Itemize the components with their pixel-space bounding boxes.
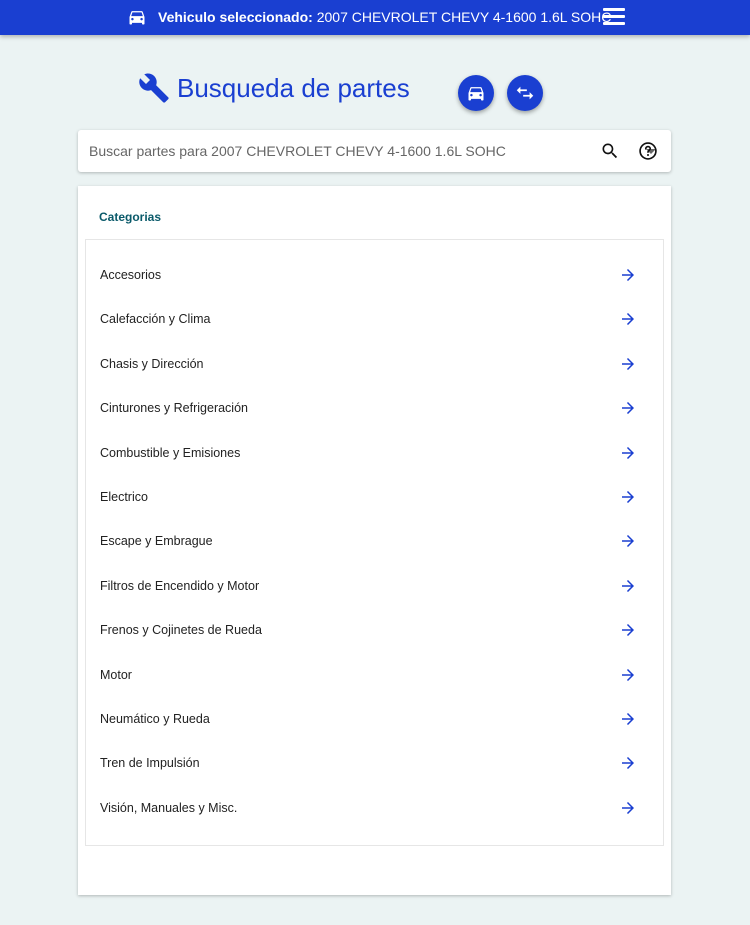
category-label: Neumático y Rueda — [100, 712, 210, 726]
car-icon — [468, 87, 484, 101]
search-icon[interactable] — [600, 141, 620, 161]
top-bar: Vehiculo seleccionado: 2007 CHEVROLET CH… — [0, 0, 750, 35]
arrow-right-icon[interactable] — [619, 488, 637, 506]
category-item[interactable]: Cinturones y Refrigeración — [86, 386, 663, 430]
arrow-right-icon[interactable] — [619, 310, 637, 328]
arrow-right-icon[interactable] — [619, 577, 637, 595]
arrow-right-icon[interactable] — [619, 355, 637, 373]
search-input[interactable] — [78, 130, 548, 172]
menu-line — [603, 22, 625, 25]
category-item[interactable]: Combustible y Emisiones — [86, 431, 663, 475]
menu-line — [603, 8, 625, 11]
car-icon — [129, 11, 145, 25]
arrow-right-icon[interactable] — [619, 666, 637, 684]
category-label: Electrico — [100, 490, 148, 504]
categories-panel: Categorias Accesorios Calefacción y Clima… — [78, 186, 671, 895]
categories-title: Categorias — [99, 210, 162, 224]
help-icon[interactable] — [638, 141, 658, 161]
category-item[interactable]: Filtros de Encendido y Motor — [86, 564, 663, 608]
page-title: Busqueda de partes — [177, 73, 410, 103]
category-label: Combustible y Emisiones — [100, 445, 241, 460]
arrow-right-icon[interactable] — [619, 754, 637, 772]
category-label: Escape y Embrague — [100, 534, 213, 549]
category-label: Tren de Impulsión — [100, 756, 200, 771]
category-label: Accesorios — [100, 268, 162, 282]
category-label: Motor — [100, 667, 132, 682]
arrow-right-icon[interactable] — [619, 621, 637, 639]
arrow-right-icon[interactable] — [619, 710, 637, 728]
arrow-right-icon[interactable] — [619, 532, 637, 550]
part-search-box — [78, 130, 671, 172]
category-label: Frenos y Cojinetes de Rueda — [100, 623, 262, 638]
arrow-right-icon[interactable] — [619, 799, 637, 817]
menu-line — [603, 15, 625, 18]
category-item[interactable]: Calefacción y Clima — [86, 297, 663, 341]
vehicle-value: 2007 CHEVROLET CHEVY 4-1600 1.6L SOHC — [312, 9, 612, 25]
menu-icon[interactable] — [603, 8, 625, 26]
select-vehicle-button[interactable] — [458, 75, 494, 111]
category-item[interactable]: Accesorios — [86, 253, 663, 297]
category-item[interactable]: Frenos y Cojinetes de Rueda — [86, 608, 663, 652]
category-label: Chasis y Dirección — [100, 356, 204, 371]
category-item[interactable]: Electrico — [86, 475, 663, 519]
category-item[interactable]: Escape y Embrague — [86, 519, 663, 563]
category-item[interactable]: Motor — [86, 653, 663, 697]
category-item[interactable]: Visión, Manuales y Misc. — [86, 786, 663, 830]
selected-vehicle-text: Vehiculo seleccionado: 2007 CHEVROLET CH… — [158, 9, 611, 25]
category-label: Cinturones y Refrigeración — [100, 401, 248, 416]
category-item[interactable]: Neumático y Rueda — [86, 697, 663, 741]
category-label: Filtros de Encendido y Motor — [100, 578, 260, 593]
arrow-right-icon[interactable] — [619, 444, 637, 462]
arrow-right-icon[interactable] — [619, 399, 637, 417]
category-label: Visión, Manuales y Misc. — [100, 800, 238, 815]
arrow-right-icon[interactable] — [619, 266, 637, 284]
category-item[interactable]: Chasis y Dirección — [86, 342, 663, 386]
category-label: Calefacción y Clima — [100, 312, 211, 327]
swap-vehicle-button[interactable] — [507, 75, 543, 111]
vehicle-label: Vehiculo seleccionado: — [158, 9, 313, 25]
swap-icon — [516, 86, 534, 100]
category-item[interactable]: Tren de Impulsión — [86, 741, 663, 785]
wrench-icon — [139, 73, 169, 103]
categories-list: Accesorios Calefacción y Clima Chasis y Di… — [85, 239, 664, 846]
